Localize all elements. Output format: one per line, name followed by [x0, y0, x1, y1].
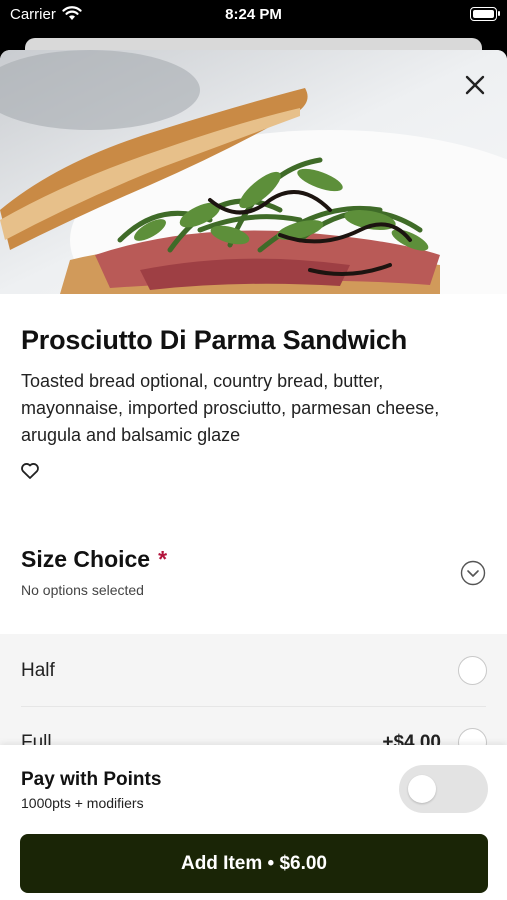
- required-indicator: *: [158, 546, 168, 572]
- status-bar: Carrier 8:24 PM: [0, 0, 507, 30]
- item-photo: [0, 50, 507, 294]
- pay-with-points-toggle[interactable]: [399, 765, 488, 813]
- item-title: Prosciutto Di Parma Sandwich: [21, 325, 407, 355]
- chevron-down-circle-icon: [460, 560, 486, 586]
- favorite-button[interactable]: [20, 461, 42, 483]
- modifier-group-label: Size Choice: [21, 546, 151, 572]
- battery-icon: [470, 7, 500, 21]
- modifier-group-collapse-button[interactable]: [460, 560, 486, 586]
- status-time: 8:24 PM: [225, 6, 282, 23]
- heart-icon: [21, 463, 39, 479]
- modifier-options-list: Half Full +$4.00: [0, 634, 507, 757]
- toggle-knob: [408, 775, 436, 803]
- modifier-group-title: Size Choice *: [21, 546, 167, 573]
- option-row-half[interactable]: Half: [0, 634, 507, 707]
- option-label: Half: [21, 660, 55, 681]
- pay-with-points-subtitle: 1000pts + modifiers: [21, 795, 144, 811]
- option-radio[interactable]: [458, 656, 487, 685]
- close-button[interactable]: [458, 68, 492, 102]
- modifier-group-subtitle: No options selected: [21, 582, 144, 598]
- bottom-action-bar: Pay with Points 1000pts + modifiers Add …: [0, 745, 507, 900]
- item-description: Toasted bread optional, country bread, b…: [21, 371, 440, 445]
- pay-with-points-title: Pay with Points: [21, 769, 162, 790]
- close-icon: [465, 75, 485, 95]
- add-item-button[interactable]: Add Item • $6.00: [20, 834, 488, 893]
- item-detail-sheet: Prosciutto Di Parma Sandwich Toasted bre…: [0, 50, 507, 900]
